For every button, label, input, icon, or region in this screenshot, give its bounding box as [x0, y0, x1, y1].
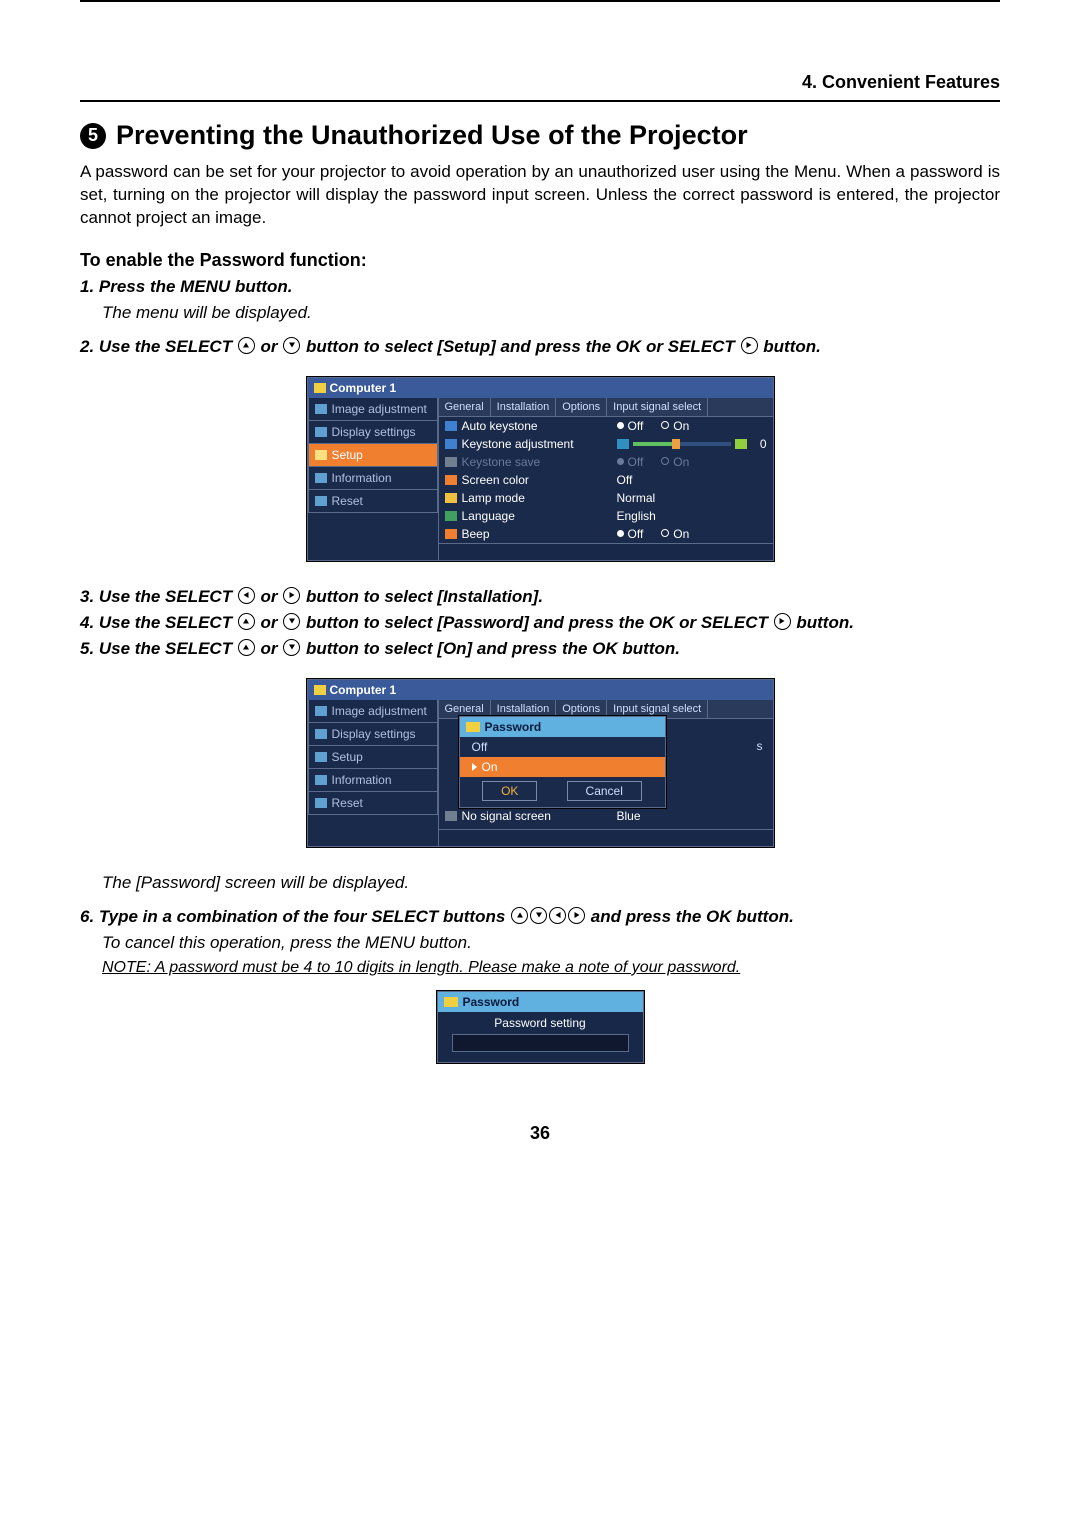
keystone-icon	[445, 421, 457, 431]
step-6-sub: To cancel this operation, press the MENU…	[102, 933, 1000, 953]
osd-footer	[439, 543, 773, 560]
display-icon	[315, 427, 327, 437]
no-signal-icon	[445, 811, 457, 821]
sidebar-item-display-settings[interactable]: Display settings	[308, 723, 438, 746]
osd-menu-2: Computer 1 Image adjustment Display sett…	[307, 679, 774, 847]
tab-options[interactable]: Options	[556, 398, 607, 416]
image-icon	[315, 706, 327, 716]
password-icon	[466, 722, 480, 732]
keystone-adj-icon	[445, 439, 457, 449]
step-5: 5. Use the SELECT or button to select [O…	[80, 639, 680, 658]
row-no-signal-screen[interactable]: No signal screenBlue	[439, 807, 773, 825]
step-1: 1. Press the MENU button.	[80, 277, 293, 296]
page-number: 36	[80, 1123, 1000, 1144]
keystone-save-icon	[445, 457, 457, 467]
row-screen-color[interactable]: Screen colorOff	[439, 471, 773, 489]
projector-icon	[314, 383, 326, 393]
osd-footer	[439, 829, 773, 846]
down-arrow-icon	[283, 639, 300, 656]
chapter-title: 4. Convenient Features	[802, 72, 1000, 93]
tab-general[interactable]: General	[439, 398, 491, 416]
up-arrow-icon	[511, 907, 528, 924]
sidebar-item-setup[interactable]: Setup	[308, 746, 438, 769]
password-input[interactable]	[452, 1034, 629, 1052]
row-keystone-adjustment[interactable]: Keystone adjustment0	[439, 435, 773, 453]
subheading: To enable the Password function:	[80, 250, 1000, 271]
row-auto-keystone[interactable]: Auto keystoneOffOn	[439, 417, 773, 435]
sidebar-item-reset[interactable]: Reset	[308, 792, 438, 815]
step-4: 4. Use the SELECT or button to select [P…	[80, 613, 854, 632]
right-arrow-icon	[774, 613, 791, 630]
row-beep[interactable]: BeepOffOn	[439, 525, 773, 543]
reset-icon	[315, 496, 327, 506]
password-option-off[interactable]: Off	[460, 737, 665, 757]
right-arrow-icon	[283, 587, 300, 604]
password-note: NOTE: A password must be 4 to 10 digits …	[102, 959, 1000, 977]
sidebar-item-display-settings[interactable]: Display settings	[308, 421, 438, 444]
osd-menu-1: Computer 1 Image adjustment Display sett…	[307, 377, 774, 561]
sidebar-item-setup[interactable]: Setup	[308, 444, 438, 467]
sidebar-item-information[interactable]: Information	[308, 467, 438, 490]
tab-input-signal-select[interactable]: Input signal select	[607, 398, 708, 416]
screen-color-icon	[445, 475, 457, 485]
lamp-icon	[445, 493, 457, 503]
reset-icon	[315, 798, 327, 808]
ok-button[interactable]: OK	[482, 781, 537, 801]
section-heading: 5 Preventing the Unauthorized Use of the…	[80, 120, 1000, 151]
row-keystone-save: Keystone saveOffOn	[439, 453, 773, 471]
row-language[interactable]: LanguageEnglish	[439, 507, 773, 525]
right-arrow-icon	[568, 907, 585, 924]
projector-icon	[314, 685, 326, 695]
right-arrow-icon	[741, 337, 758, 354]
up-arrow-icon	[238, 613, 255, 630]
tab-installation[interactable]: Installation	[491, 398, 557, 416]
image-icon	[315, 404, 327, 414]
post-step5: The [Password] screen will be displayed.	[102, 873, 1000, 893]
step-2: 2. Use the SELECT or button to select [S…	[80, 337, 821, 356]
osd2-title: Computer 1	[308, 680, 773, 700]
bg-stub-text: s	[757, 739, 763, 753]
left-arrow-icon	[549, 907, 566, 924]
osd1-sidebar: Image adjustment Display settings Setup …	[308, 398, 439, 560]
sidebar-item-reset[interactable]: Reset	[308, 490, 438, 513]
password-setting-label: Password setting	[452, 1016, 629, 1030]
down-arrow-icon	[283, 613, 300, 630]
password-icon	[444, 997, 458, 1007]
display-icon	[315, 729, 327, 739]
language-icon	[445, 511, 457, 521]
password-option-on[interactable]: On	[460, 757, 665, 777]
intro-paragraph: A password can be set for your projector…	[80, 161, 1000, 230]
info-icon	[315, 775, 327, 785]
keystone-slider[interactable]: 0	[617, 437, 767, 451]
row-lamp-mode[interactable]: Lamp modeNormal	[439, 489, 773, 507]
setup-icon	[315, 752, 327, 762]
step-3: 3. Use the SELECT or button to select [I…	[80, 587, 543, 606]
info-icon	[315, 473, 327, 483]
section-heading-text: Preventing the Unauthorized Use of the P…	[116, 120, 748, 151]
left-arrow-icon	[238, 587, 255, 604]
step-6: 6. Type in a combination of the four SEL…	[80, 907, 794, 926]
sidebar-item-information[interactable]: Information	[308, 769, 438, 792]
osd2-sidebar: Image adjustment Display settings Setup …	[308, 700, 439, 846]
sidebar-item-image-adjustment[interactable]: Image adjustment	[308, 398, 438, 421]
osd-password-entry: Password Password setting	[437, 991, 644, 1063]
beep-icon	[445, 529, 457, 539]
password-popup: Password Off On OK Cancel	[459, 716, 666, 808]
setup-icon	[315, 450, 327, 460]
up-arrow-icon	[238, 639, 255, 656]
sidebar-item-image-adjustment[interactable]: Image adjustment	[308, 700, 438, 723]
down-arrow-icon	[530, 907, 547, 924]
osd1-title: Computer 1	[308, 378, 773, 398]
osd3-title: Password	[438, 992, 643, 1012]
password-popup-title: Password	[460, 717, 665, 737]
osd1-tabs: General Installation Options Input signa…	[439, 398, 773, 417]
up-arrow-icon	[238, 337, 255, 354]
down-arrow-icon	[283, 337, 300, 354]
cancel-button[interactable]: Cancel	[567, 781, 642, 801]
step-1-sub: The menu will be displayed.	[102, 303, 1000, 323]
section-number-icon: 5	[80, 123, 106, 149]
